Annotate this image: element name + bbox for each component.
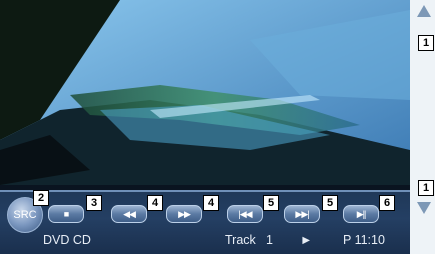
callout-src: 2 bbox=[33, 190, 49, 206]
play-pause-button[interactable]: ▶|| bbox=[343, 205, 379, 223]
previous-track-button[interactable]: |◀◀ bbox=[227, 205, 263, 223]
callout-fast-forward: 4 bbox=[203, 195, 219, 211]
video-image bbox=[0, 0, 410, 185]
callout-scroll-down: 1 bbox=[418, 180, 434, 196]
next-track-button[interactable]: ▶▶| bbox=[284, 205, 320, 223]
next-track-icon: ▶▶| bbox=[295, 209, 309, 219]
play-state-icon: ► bbox=[300, 233, 313, 247]
callout-play-pause: 6 bbox=[379, 195, 395, 211]
bar-divider bbox=[0, 190, 410, 192]
callout-scroll-up: 1 bbox=[418, 35, 434, 51]
fast-rewind-icon: ◀◀ bbox=[123, 209, 136, 219]
stop-button[interactable]: ■ bbox=[48, 205, 84, 223]
callout-fast-rewind: 4 bbox=[147, 195, 163, 211]
fast-forward-button[interactable]: ▶▶ bbox=[166, 205, 202, 223]
scroll-up-arrow-icon[interactable] bbox=[417, 5, 431, 17]
scroll-down-arrow-icon[interactable] bbox=[417, 202, 431, 214]
play-pause-icon: ▶|| bbox=[356, 209, 367, 219]
fast-forward-icon: ▶▶ bbox=[178, 209, 191, 219]
callout-next-track: 5 bbox=[322, 195, 338, 211]
callout-stop: 3 bbox=[86, 195, 102, 211]
fast-rewind-button[interactable]: ◀◀ bbox=[111, 205, 147, 223]
stop-icon: ■ bbox=[63, 209, 70, 219]
previous-track-icon: |◀◀ bbox=[238, 209, 252, 219]
media-type-label: DVD CD bbox=[43, 233, 91, 247]
playback-time: P 11:10 bbox=[343, 233, 385, 247]
media-screen: 1 1 SRC 2 ■ 3 ◀◀ 4 ▶▶ 4 |◀◀ 5 ▶▶| 5 ▶|| … bbox=[0, 0, 435, 254]
video-frame bbox=[0, 0, 410, 185]
callout-previous-track: 5 bbox=[263, 195, 279, 211]
track-number: 1 bbox=[266, 233, 273, 247]
track-label: Track bbox=[225, 233, 256, 247]
